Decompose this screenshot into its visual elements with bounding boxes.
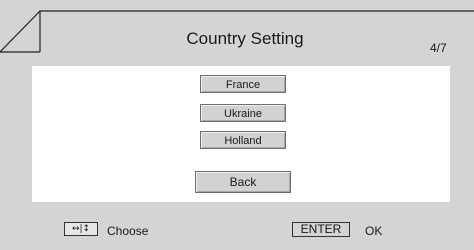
navigate-arrows-icon: ↔|↕ bbox=[64, 222, 98, 236]
back-button[interactable]: Back bbox=[195, 171, 291, 193]
ok-hint-label: OK bbox=[365, 224, 383, 238]
choose-hint-label: Choose bbox=[107, 224, 149, 238]
enter-key-icon: ENTER bbox=[292, 222, 350, 237]
option-holland-button[interactable]: Holland bbox=[200, 131, 286, 149]
page-title: Country Setting bbox=[186, 29, 304, 48]
dialog-frame: Country Setting 4/7 France Ukraine Holla… bbox=[0, 0, 474, 250]
option-ukraine-button[interactable]: Ukraine bbox=[200, 104, 286, 122]
option-france-button[interactable]: France bbox=[200, 75, 286, 93]
page-indicator: 4/7 bbox=[430, 41, 447, 55]
